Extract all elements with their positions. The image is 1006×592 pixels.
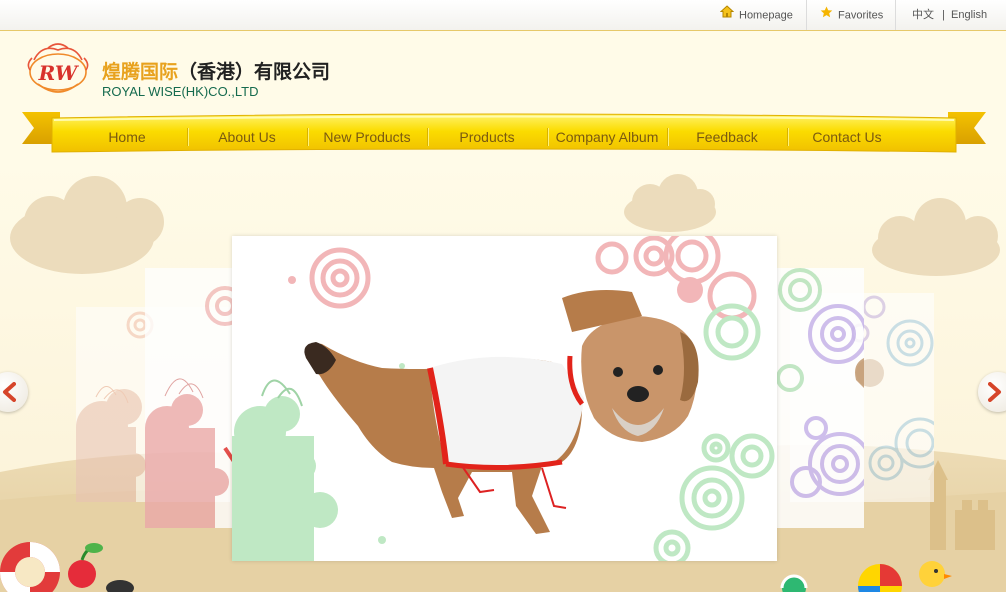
nav-products[interactable]: Products <box>427 118 547 156</box>
homepage-link[interactable]: Homepage <box>719 0 793 31</box>
company-logo[interactable]: RW <box>22 38 94 100</box>
homepage-label: Homepage <box>739 9 793 22</box>
favorites-link[interactable]: Favorites <box>820 0 883 30</box>
lang-separator: | <box>942 9 945 21</box>
nav-home[interactable]: Home <box>67 118 187 156</box>
small-ball-toy <box>780 574 808 592</box>
dog-photo <box>232 236 777 561</box>
nav-new-products[interactable]: New Products <box>307 118 427 156</box>
nav-feedback[interactable]: Feedback <box>667 118 787 156</box>
nav-company-album[interactable]: Company Album <box>547 118 667 156</box>
nav-about-us[interactable]: About Us <box>187 118 307 156</box>
company-name-cn-suffix: （香港）有限公司 <box>178 61 331 83</box>
company-name-cn: 煌腾国际（香港）有限公司 <box>102 57 330 84</box>
lang-chinese-link[interactable]: 中文 <box>912 0 934 30</box>
company-name-cn-highlight: 煌腾国际 <box>102 61 179 83</box>
top-bar: Homepage Favorites 中文 | English <box>0 0 1006 31</box>
nav-contact-us[interactable]: Contact Us <box>787 118 907 156</box>
chevron-left-icon <box>3 382 16 402</box>
slide-main-dog[interactable] <box>232 236 777 561</box>
top-divider <box>895 0 896 30</box>
chevron-right-icon <box>988 382 1001 402</box>
top-divider <box>806 0 807 30</box>
star-icon <box>820 0 833 31</box>
lang-english-link[interactable]: English <box>951 0 987 30</box>
main-nav: Home About Us New Products Products Comp… <box>67 118 907 156</box>
favorites-label: Favorites <box>838 9 884 22</box>
home-icon <box>719 0 735 31</box>
company-name-en: ROYAL WISE(HK)CO.,LTD <box>102 84 259 99</box>
logo-monogram: RW <box>38 61 80 85</box>
